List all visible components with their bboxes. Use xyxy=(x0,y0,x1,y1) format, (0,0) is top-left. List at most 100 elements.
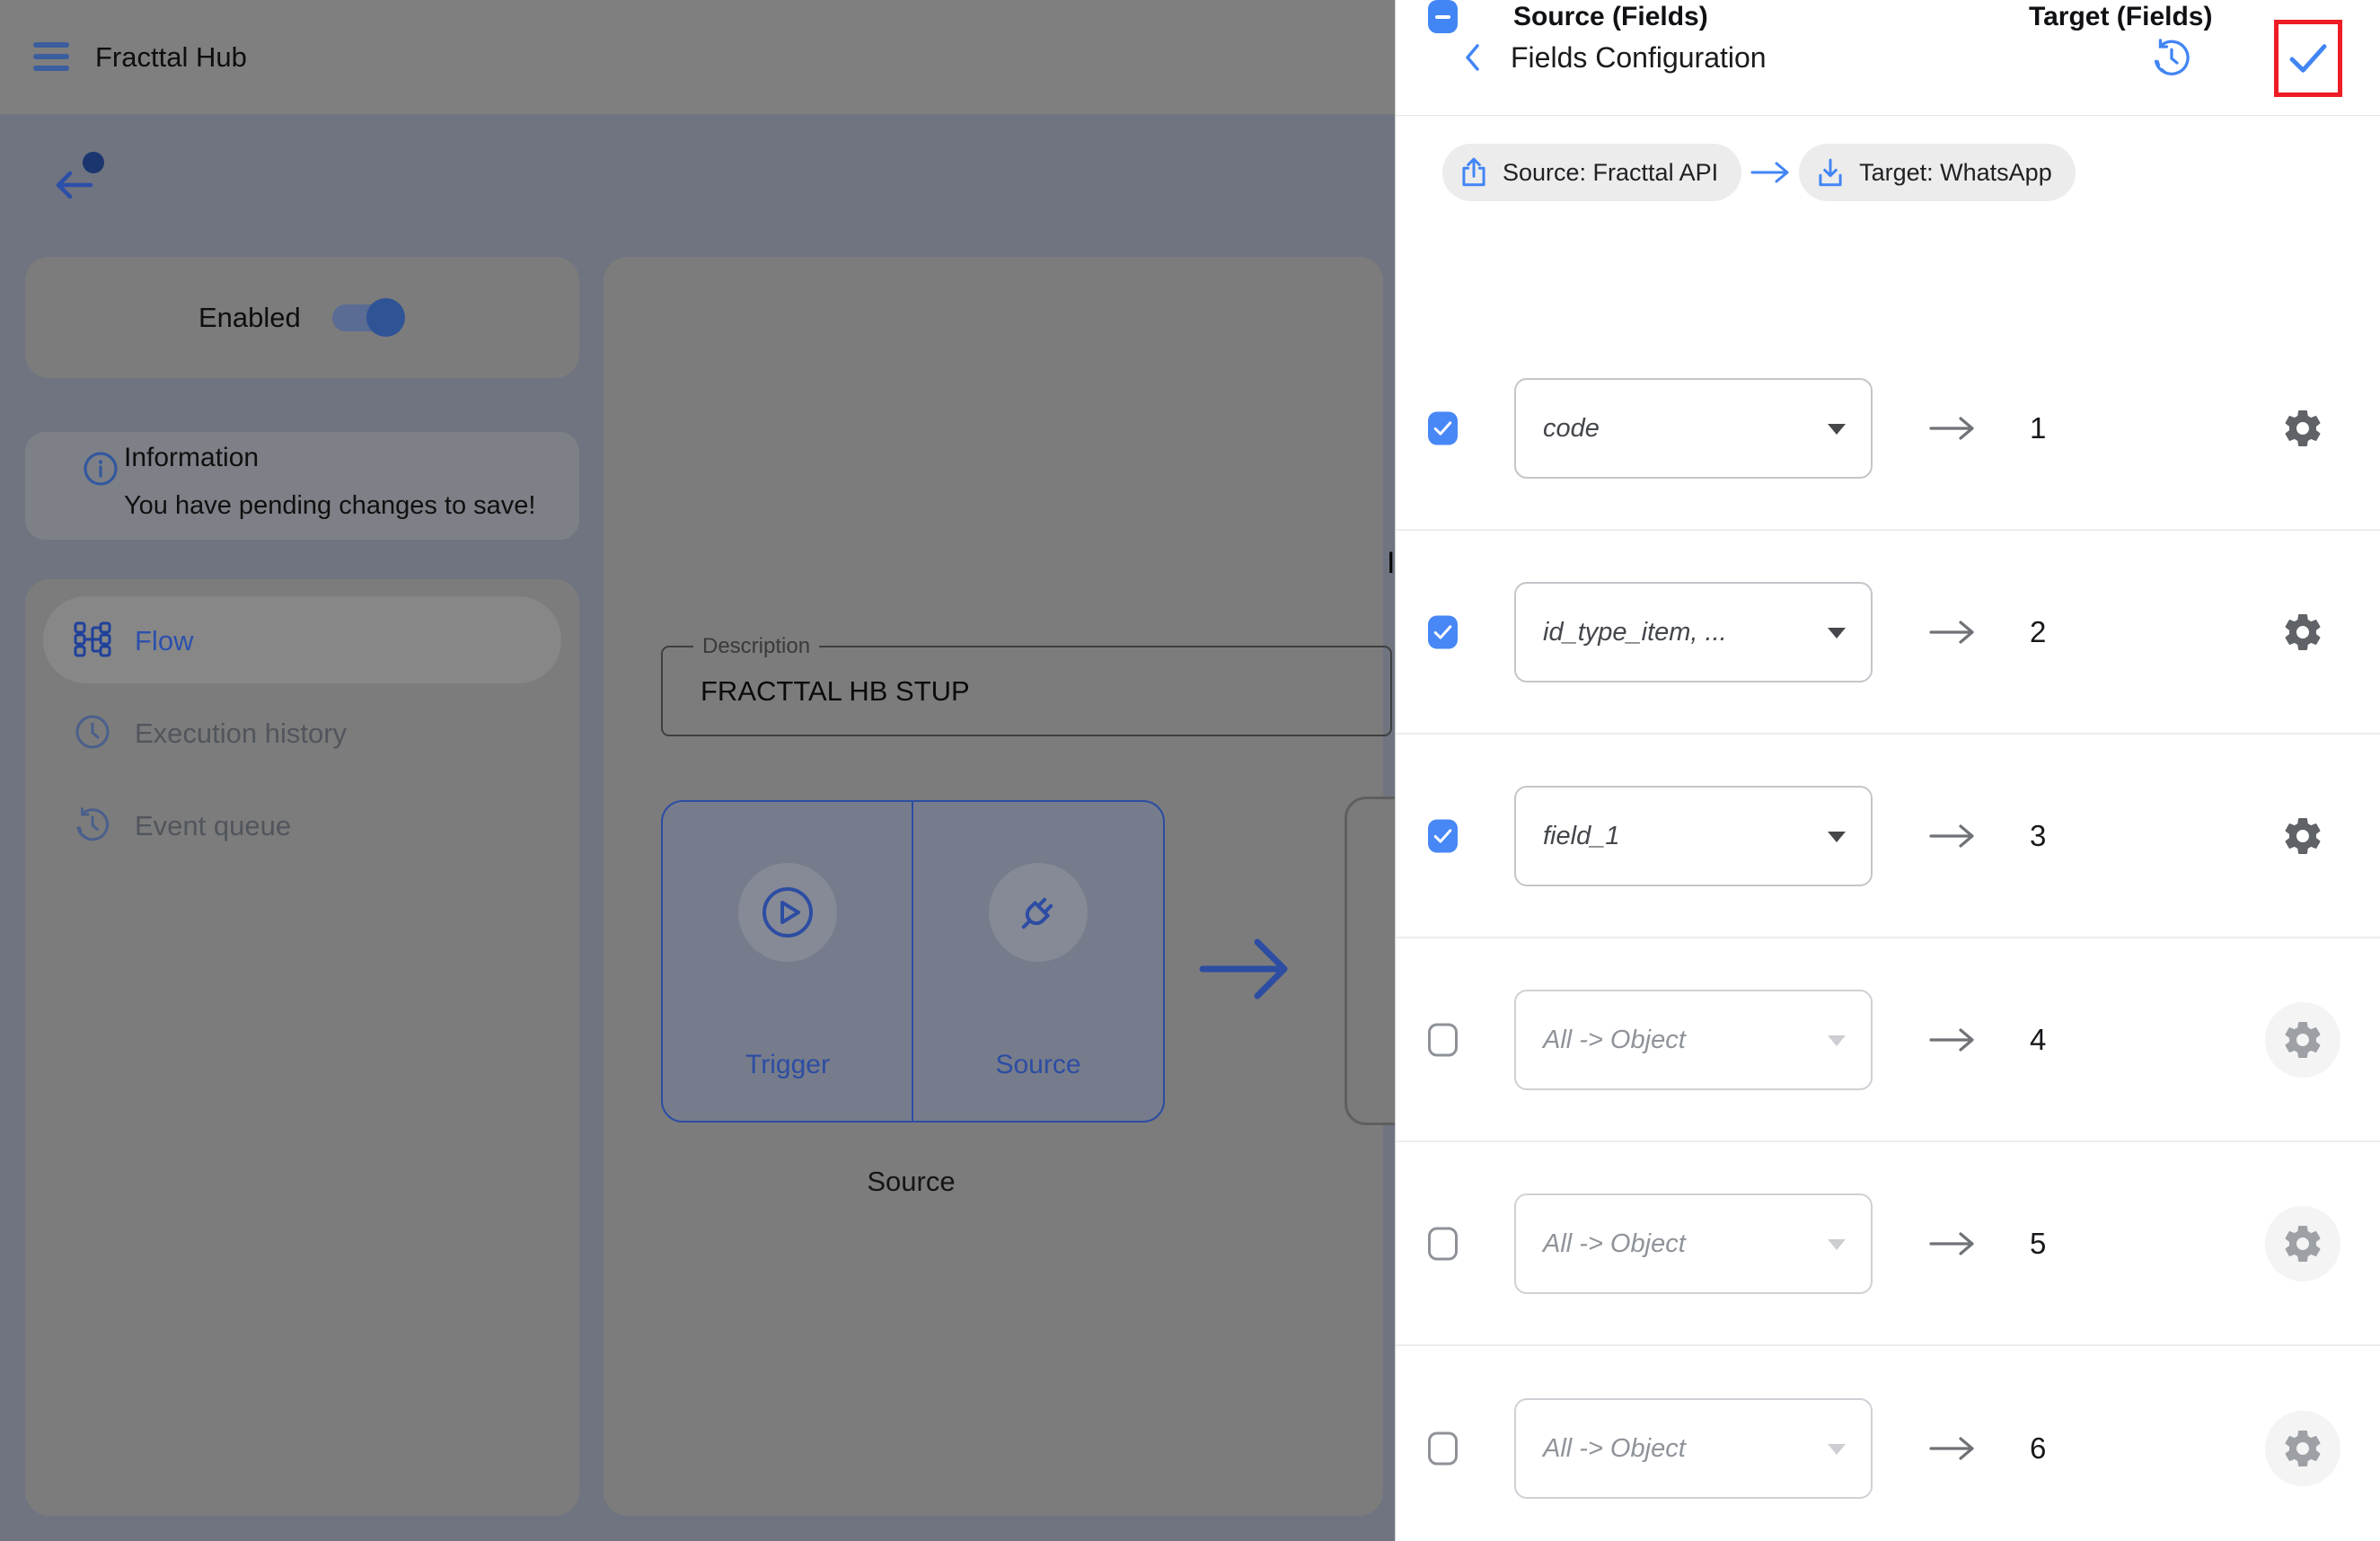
gear-icon xyxy=(2281,1427,2324,1470)
screen: Fracttal Hub Enabled Information xyxy=(0,0,2380,1541)
trigger-source-node[interactable]: Trigger Source xyxy=(661,800,1165,1123)
play-circle-icon xyxy=(760,885,815,940)
clock-icon xyxy=(73,712,112,752)
row-settings-button[interactable] xyxy=(2265,391,2340,466)
gear-icon xyxy=(2281,407,2324,450)
chip-arrow-icon xyxy=(1750,158,1791,187)
target-field-number: 5 xyxy=(2030,1227,2046,1261)
caret-down-icon xyxy=(1828,424,1846,435)
info-icon xyxy=(81,449,120,489)
source-chip: Source: Fracttal API xyxy=(1442,144,1741,201)
next-node-partial[interactable] xyxy=(1344,797,1395,1125)
gear-icon xyxy=(2281,1018,2324,1061)
source-field-value: All -> Object xyxy=(1543,1400,1686,1497)
info-banner: Information You have pending changes to … xyxy=(25,432,579,540)
menu-item-flow-label: Flow xyxy=(135,625,193,657)
source-icon-circle xyxy=(989,863,1088,962)
check-icon xyxy=(1433,624,1452,639)
info-title: Information xyxy=(124,443,259,473)
caret-down-icon xyxy=(1828,1444,1846,1455)
app-title: Fracttal Hub xyxy=(95,0,247,114)
field-mapping-row: All -> Object 6 xyxy=(1396,1346,2380,1541)
row-checkbox[interactable] xyxy=(1428,1227,1458,1260)
gear-icon xyxy=(2281,815,2324,858)
field-mapping-row: All -> Object 5 xyxy=(1396,1142,2380,1346)
confirm-check-button[interactable] xyxy=(2274,20,2342,97)
mapping-arrow-icon xyxy=(1928,614,1977,650)
row-checkbox[interactable] xyxy=(1428,1431,1458,1465)
menu-item-execution-history-label: Execution history xyxy=(135,718,347,750)
main-app-dimmed: Fracttal Hub Enabled Information xyxy=(0,0,1395,1541)
target-field-number: 4 xyxy=(2030,1023,2046,1057)
gear-icon xyxy=(2281,611,2324,654)
caret-down-icon xyxy=(1828,1239,1846,1250)
row-checkbox[interactable] xyxy=(1428,1023,1458,1056)
gear-icon xyxy=(2281,1222,2324,1265)
trigger-icon-circle xyxy=(738,863,837,962)
check-icon xyxy=(1433,828,1452,843)
panel-back-chevron-icon[interactable] xyxy=(1462,41,1484,74)
clipped-text-fragment: I xyxy=(1387,546,1395,581)
source-field-dropdown[interactable]: All -> Object xyxy=(1514,1398,1873,1499)
row-checkbox[interactable] xyxy=(1428,615,1458,648)
fields-configuration-panel: Fields Configuration xyxy=(1395,0,2380,1541)
caret-down-icon xyxy=(1828,628,1846,638)
target-chip: Target: WhatsApp xyxy=(1799,144,2076,201)
enabled-label: Enabled xyxy=(198,257,301,378)
flow-canvas-card: Description FRACTTAL HB STUP xyxy=(604,257,1383,1516)
notification-dot xyxy=(83,152,104,173)
indeterminate-mark xyxy=(1435,15,1450,19)
target-field-number: 2 xyxy=(2030,615,2046,649)
target-field-number: 1 xyxy=(2030,411,2046,445)
trigger-label: Trigger xyxy=(663,1050,912,1080)
source-field-value: field_1 xyxy=(1543,788,1619,885)
row-checkbox[interactable] xyxy=(1428,819,1458,852)
source-field-value: All -> Object xyxy=(1543,1195,1686,1292)
field-mapping-row: field_1 3 xyxy=(1396,735,2380,938)
hamburger-menu-icon[interactable] xyxy=(33,42,69,71)
source-field-dropdown[interactable]: field_1 xyxy=(1514,786,1873,886)
mapping-chips: Source: Fracttal API Target: WhatsApp xyxy=(1442,144,2076,201)
event-queue-icon xyxy=(73,805,112,844)
description-field-value: FRACTTAL HB STUP xyxy=(701,647,970,735)
source-field-value: id_type_item, ... xyxy=(1543,584,1727,681)
enabled-toggle[interactable] xyxy=(332,292,402,343)
target-field-number: 3 xyxy=(2030,819,2046,853)
mapping-arrow-icon xyxy=(1928,410,1977,446)
description-field[interactable]: Description FRACTTAL HB STUP xyxy=(661,646,1392,736)
row-settings-button[interactable] xyxy=(2265,1411,2340,1486)
source-field-dropdown[interactable]: id_type_item, ... xyxy=(1514,582,1873,682)
target-fields-header: Target (Fields) xyxy=(2029,0,2212,34)
check-icon xyxy=(1433,420,1452,436)
row-settings-button[interactable] xyxy=(2265,594,2340,670)
source-field-dropdown[interactable]: All -> Object xyxy=(1514,990,1873,1090)
select-all-checkbox[interactable] xyxy=(1428,0,1458,33)
row-checkbox[interactable] xyxy=(1428,411,1458,445)
info-message: You have pending changes to save! xyxy=(124,491,535,521)
menu-item-event-queue-label: Event queue xyxy=(135,810,291,842)
field-rows: code 1 id_type_item, ... xyxy=(1396,327,2380,1541)
plug-icon xyxy=(1010,885,1066,940)
source-label: Source xyxy=(913,1050,1163,1080)
flow-menu: Flow Execution history xyxy=(25,579,579,1516)
source-field-dropdown[interactable]: All -> Object xyxy=(1514,1193,1873,1294)
field-mapping-row: code 1 xyxy=(1396,327,2380,531)
app-header: Fracttal Hub xyxy=(0,0,1395,114)
source-field-dropdown[interactable]: code xyxy=(1514,378,1873,479)
target-field-number: 6 xyxy=(2030,1431,2046,1466)
caret-down-icon xyxy=(1828,832,1846,842)
menu-active-highlight xyxy=(43,596,561,683)
flow-connector-arrow-icon xyxy=(1198,929,1290,1008)
download-icon xyxy=(1813,155,1847,189)
row-settings-button[interactable] xyxy=(2265,1206,2340,1281)
upload-icon xyxy=(1457,155,1491,189)
source-field-value: code xyxy=(1543,380,1600,477)
row-settings-button[interactable] xyxy=(2265,1002,2340,1078)
mapping-arrow-icon xyxy=(1928,1022,1977,1058)
history-icon[interactable] xyxy=(2150,36,2193,79)
mapping-arrow-icon xyxy=(1928,1431,1977,1466)
node-caption: Source xyxy=(661,1166,1161,1198)
enabled-card: Enabled xyxy=(25,257,579,378)
field-mapping-row: id_type_item, ... 2 xyxy=(1396,531,2380,735)
row-settings-button[interactable] xyxy=(2265,798,2340,874)
